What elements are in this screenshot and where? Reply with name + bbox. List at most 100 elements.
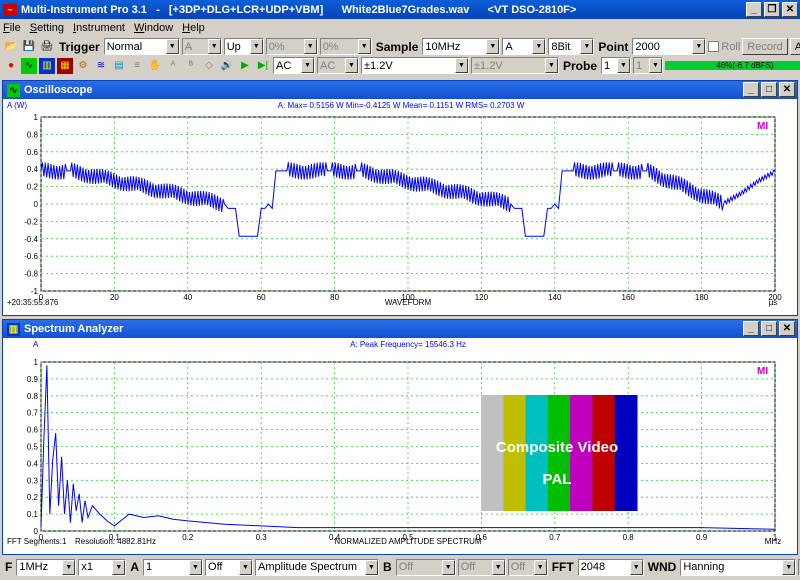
roll-checkbox[interactable]	[708, 41, 720, 52]
oscilloscope-plot[interactable]: 10.80.60.40.20-0.2-0.4-0.6-0.8-120018016…	[3, 99, 797, 315]
mode-select[interactable]: Amplitude Spectrum ▼	[255, 558, 380, 576]
oscilloscope-xtick-label: 20	[110, 293, 119, 302]
menu-instrument[interactable]: Instrument	[73, 22, 125, 34]
oscilloscope-xtick-label: 40	[183, 293, 192, 302]
chevron-down-icon: ▼	[486, 39, 500, 54]
spectrum-ytick-label: 0.9	[27, 375, 39, 384]
record-button[interactable]: Record	[742, 38, 788, 55]
spectrum-chart-layer: 10.90.80.70.60.50.40.30.20.1010.90.80.70…	[27, 358, 778, 542]
chevron-down-icon: ▼	[189, 559, 203, 575]
minimize-icon[interactable]: _	[746, 2, 762, 17]
save-icon[interactable]: 💾	[21, 39, 37, 55]
trigger-mode-select[interactable]: Normal ▼	[103, 38, 180, 55]
menu-window[interactable]: Window	[134, 22, 173, 34]
oscilloscope-xlabel: WAVEFORM	[385, 298, 432, 307]
range-a-select[interactable]: ±1.2V ▼	[361, 57, 469, 74]
range-b-select[interactable]: ±1.2V ▼	[471, 57, 559, 74]
off3-value: Off	[460, 561, 476, 573]
trigger-edge-select[interactable]: Up ▼	[223, 38, 264, 55]
spectrum-plot[interactable]: 10.90.80.70.60.50.40.30.20.1010.90.80.70…	[3, 338, 797, 554]
sample-label: Sample	[375, 39, 419, 54]
spectrum-titlebar: ▥ Spectrum Analyzer _ □ ✕	[3, 320, 797, 338]
freq-select[interactable]: 1MHz ▼	[16, 558, 77, 576]
trigger-channel-select[interactable]: A ▼	[181, 38, 222, 55]
oscilloscope-xtick-label: 120	[475, 293, 489, 302]
maximize-icon[interactable]: □	[761, 82, 777, 97]
points-select[interactable]: 2000 ▼	[632, 38, 707, 55]
hand-icon[interactable]: ✋	[147, 58, 163, 74]
mode-value: Amplitude Spectrum	[258, 561, 358, 573]
menu-file[interactable]: File	[3, 22, 21, 34]
off1-select[interactable]: Off ▼	[205, 558, 254, 576]
record-dot-icon[interactable]: ●	[3, 58, 19, 74]
off4-select[interactable]: Off ▼	[507, 558, 548, 576]
off4-value: Off	[510, 561, 526, 573]
trigger-level2-select[interactable]: 0% ▼	[319, 38, 372, 55]
generator-icon[interactable]: ≋	[93, 58, 109, 74]
oscilloscope-ytick-label: 0	[34, 200, 39, 209]
window-select[interactable]: Hanning ▼	[680, 558, 797, 576]
spectrum-unit: A	[33, 340, 39, 349]
probe-b-select[interactable]: 1 ▼	[633, 57, 664, 74]
coupling-b-select[interactable]: AC ▼	[317, 57, 359, 74]
menu-setting[interactable]: Setting	[30, 22, 64, 34]
cursor-b-icon[interactable]: ᴮ	[183, 58, 199, 74]
mult-value: x1	[81, 561, 93, 573]
menu-help[interactable]: Help	[182, 22, 205, 34]
coupling-a-select[interactable]: AC ▼	[273, 57, 315, 74]
marker-icon[interactable]: ◇	[201, 58, 217, 74]
multimeter-icon[interactable]: ⚙	[75, 58, 91, 74]
oscilloscope-title: Oscilloscope	[24, 84, 93, 96]
spectrogram-icon[interactable]: ▦	[57, 57, 73, 74]
minimize-icon[interactable]: _	[743, 82, 759, 97]
restore-icon[interactable]: ❐	[764, 2, 780, 17]
close-icon[interactable]: ✕	[779, 321, 795, 336]
speaker-icon[interactable]: 🔊	[219, 58, 235, 74]
a-select[interactable]: 1 ▼	[143, 558, 204, 576]
spectrum-xtick-label: 0.3	[256, 533, 268, 542]
oscilloscope-xtick-label: 180	[695, 293, 709, 302]
spectrum-ytick-label: 0.4	[27, 459, 39, 468]
mult-select[interactable]: x1 ▼	[78, 558, 127, 576]
cursor-a-icon[interactable]: ᴬ	[165, 58, 181, 74]
print-icon[interactable]: 🖨	[39, 39, 55, 55]
play-once-icon[interactable]: ▶|	[255, 58, 271, 74]
oscilloscope-icon: ∿	[7, 83, 20, 97]
bits-select[interactable]: 8Bit ▼	[548, 38, 595, 55]
off3-select[interactable]: Off ▼	[457, 558, 506, 576]
maximize-icon[interactable]: □	[761, 321, 777, 336]
auto-button[interactable]: Auto	[789, 38, 800, 55]
oscilloscope-xtick-label: 140	[548, 293, 562, 302]
bits-value: 8Bit	[551, 40, 571, 53]
trigger-channel-value: A	[184, 40, 193, 53]
close-icon[interactable]: ✕	[779, 82, 795, 97]
data-logger-icon[interactable]: ≡	[129, 58, 145, 74]
chevron-down-icon: ▼	[441, 559, 455, 575]
close-icon[interactable]: ✕	[782, 2, 798, 17]
open-folder-icon[interactable]: 📂	[3, 39, 19, 55]
oscilloscope-window: ∿ Oscilloscope _ □ ✕ 1 0.8 0.6 0.4 0.2 0 -0.2 -…	[2, 80, 798, 316]
spectrum-window-controls: _ □ ✕	[743, 321, 795, 336]
trigger-level-select[interactable]: 0% ▼	[265, 38, 318, 55]
sample-channel-value: A	[505, 40, 513, 53]
a-value: 1	[146, 561, 153, 573]
probe-a-select[interactable]: 1 ▼	[601, 57, 632, 74]
chevron-down-icon: ▼	[239, 559, 253, 575]
oscilloscope-chart-layer: 10.80.60.40.20-0.2-0.4-0.6-0.8-120018016…	[24, 113, 782, 302]
play-icon[interactable]: ▶	[237, 58, 253, 74]
oscilloscope-icon[interactable]: ∿	[21, 57, 37, 74]
sample-channel-select[interactable]: A ▼	[502, 38, 547, 55]
toolbar-trigger: 📂 💾 🖨 Trigger Normal ▼ A ▼ Up ▼ 0% ▼ 0% ▼ Sam…	[0, 37, 800, 56]
oscilloscope-xunit: µs	[769, 298, 778, 307]
spectrum-peak: A: Peak Frequency= 15546.3 Hz	[350, 340, 466, 349]
chevron-down-icon: ▼	[692, 39, 706, 54]
minimize-icon[interactable]: _	[743, 321, 759, 336]
trigger-mode-value: Normal	[106, 40, 143, 53]
fft-size-select[interactable]: 2048 ▼	[577, 558, 644, 576]
sample-rate-select[interactable]: 10MHz ▼	[422, 38, 501, 55]
bottom-toolbar: F 1MHz ▼ x1 ▼ A 1 ▼ Off ▼ Amplitude Spectrum…	[0, 556, 800, 578]
trigger-level-value: 0%	[268, 40, 285, 53]
off2-select[interactable]: Off ▼	[395, 558, 456, 576]
spectrum-icon[interactable]: ▥	[39, 57, 55, 74]
dds-icon[interactable]: ▤	[111, 58, 127, 74]
